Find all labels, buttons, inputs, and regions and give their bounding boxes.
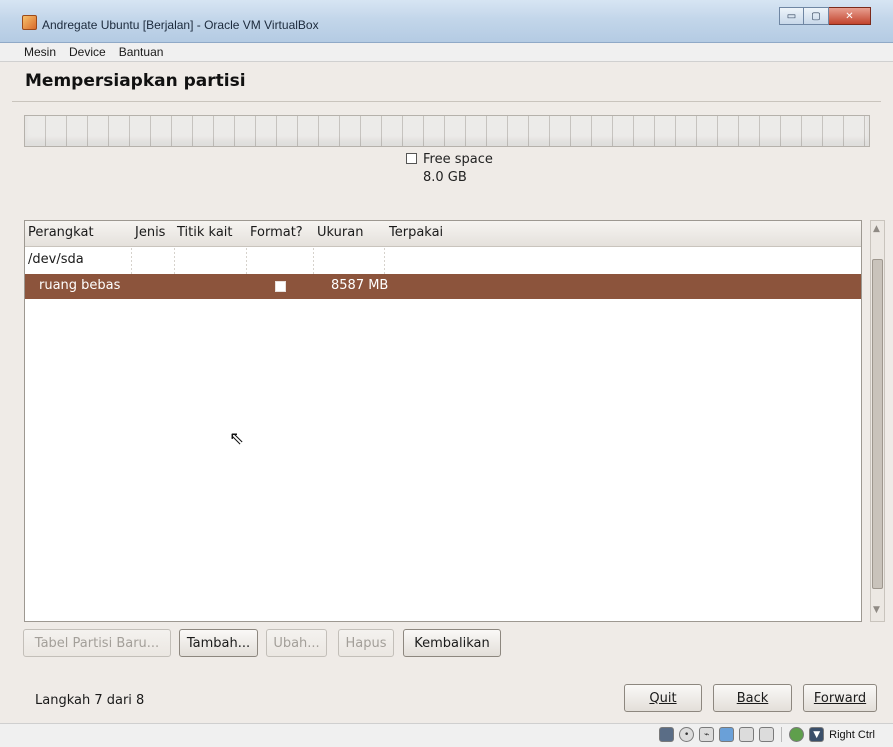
vbox-menubar: Mesin Device Bantuan bbox=[0, 43, 893, 62]
step-indicator: Langkah 7 dari 8 bbox=[35, 693, 145, 708]
status-divider bbox=[781, 727, 783, 742]
format-checkbox[interactable] bbox=[275, 281, 286, 292]
maximize-button[interactable]: ▢ bbox=[804, 7, 829, 25]
forward-button[interactable]: Forward bbox=[803, 684, 877, 712]
disk-legend: Free space 8.0 GB bbox=[406, 152, 493, 185]
forward-label: Forward bbox=[813, 690, 867, 706]
column-header-format[interactable]: Format? bbox=[250, 225, 303, 240]
mouse-pointer-icon: ⇖ bbox=[229, 428, 245, 449]
mouse-integration-icon[interactable] bbox=[789, 727, 805, 742]
legend-size: 8.0 GB bbox=[423, 170, 467, 185]
vbox-statusbar: • ⌁ ▼ Right Ctrl bbox=[0, 723, 893, 747]
size-cell: 8587 MB bbox=[331, 278, 389, 293]
scroll-up-icon[interactable]: ▲ bbox=[873, 224, 880, 234]
window-titlebar[interactable]: Andregate Ubuntu [Berjalan] - Oracle VM … bbox=[0, 0, 893, 43]
status-icons: • ⌁ ▼ Right Ctrl bbox=[659, 727, 875, 742]
add-partition-button[interactable]: Tambah... bbox=[179, 629, 258, 657]
window-controls: ▭ ▢ ✕ bbox=[779, 7, 871, 25]
change-partition-button[interactable]: Ubah... bbox=[266, 629, 327, 657]
page-title: Mempersiapkan partisi bbox=[25, 71, 246, 91]
legend-label: Free space bbox=[423, 152, 493, 167]
cd-icon[interactable]: • bbox=[679, 727, 695, 742]
column-header-ukuran[interactable]: Ukuran bbox=[317, 225, 363, 240]
scroll-down-icon[interactable]: ▼ bbox=[873, 605, 880, 615]
virtualbox-app-icon bbox=[22, 15, 37, 30]
virtualization-icon[interactable] bbox=[759, 727, 775, 742]
device-cell: ruang bebas bbox=[39, 278, 121, 293]
new-partition-table-button[interactable]: Tabel Partisi Baru... bbox=[23, 629, 171, 657]
revert-button[interactable]: Kembalikan bbox=[403, 629, 501, 657]
back-button[interactable]: Back bbox=[713, 684, 792, 712]
close-button[interactable]: ✕ bbox=[829, 7, 871, 25]
shared-folders-icon[interactable] bbox=[739, 727, 755, 742]
guest-display[interactable]: Mempersiapkan partisi Free space 8.0 GB … bbox=[12, 62, 885, 723]
menu-device[interactable]: Device bbox=[69, 45, 106, 59]
quit-button[interactable]: Quit bbox=[624, 684, 702, 712]
column-header-titik-kait[interactable]: Titik kait bbox=[177, 225, 233, 240]
usb-icon[interactable]: ⌁ bbox=[699, 727, 715, 742]
network-icon[interactable] bbox=[719, 727, 735, 742]
column-header-jenis[interactable]: Jenis bbox=[135, 225, 165, 240]
table-scrollbar[interactable]: ▲ ▼ bbox=[870, 220, 885, 622]
back-label: Back bbox=[736, 690, 769, 706]
window-title: Andregate Ubuntu [Berjalan] - Oracle VM … bbox=[42, 18, 319, 32]
hard-disk-icon[interactable] bbox=[659, 727, 675, 742]
minimize-button[interactable]: ▭ bbox=[779, 7, 804, 25]
table-header: Perangkat Jenis Titik kait Format? Ukura… bbox=[25, 221, 861, 247]
menu-bantuan[interactable]: Bantuan bbox=[119, 45, 164, 59]
free-space-swatch-icon bbox=[406, 153, 417, 164]
table-row-selected[interactable]: ruang bebas 8587 MB bbox=[25, 274, 861, 299]
scrollbar-thumb[interactable] bbox=[872, 259, 883, 589]
table-row[interactable]: /dev/sda bbox=[25, 248, 861, 273]
quit-label: Quit bbox=[649, 690, 677, 706]
host-key-icon: ▼ bbox=[809, 727, 825, 742]
partition-table[interactable]: Perangkat Jenis Titik kait Format? Ukura… bbox=[24, 220, 862, 622]
title-divider bbox=[12, 101, 881, 102]
disk-usage-bar bbox=[24, 115, 870, 147]
column-header-perangkat[interactable]: Perangkat bbox=[28, 225, 94, 240]
device-cell: /dev/sda bbox=[28, 252, 84, 267]
column-header-terpakai[interactable]: Terpakai bbox=[389, 225, 443, 240]
menu-mesin[interactable]: Mesin bbox=[24, 45, 56, 59]
host-key-label: Right Ctrl bbox=[829, 728, 875, 741]
delete-partition-button[interactable]: Hapus bbox=[338, 629, 394, 657]
